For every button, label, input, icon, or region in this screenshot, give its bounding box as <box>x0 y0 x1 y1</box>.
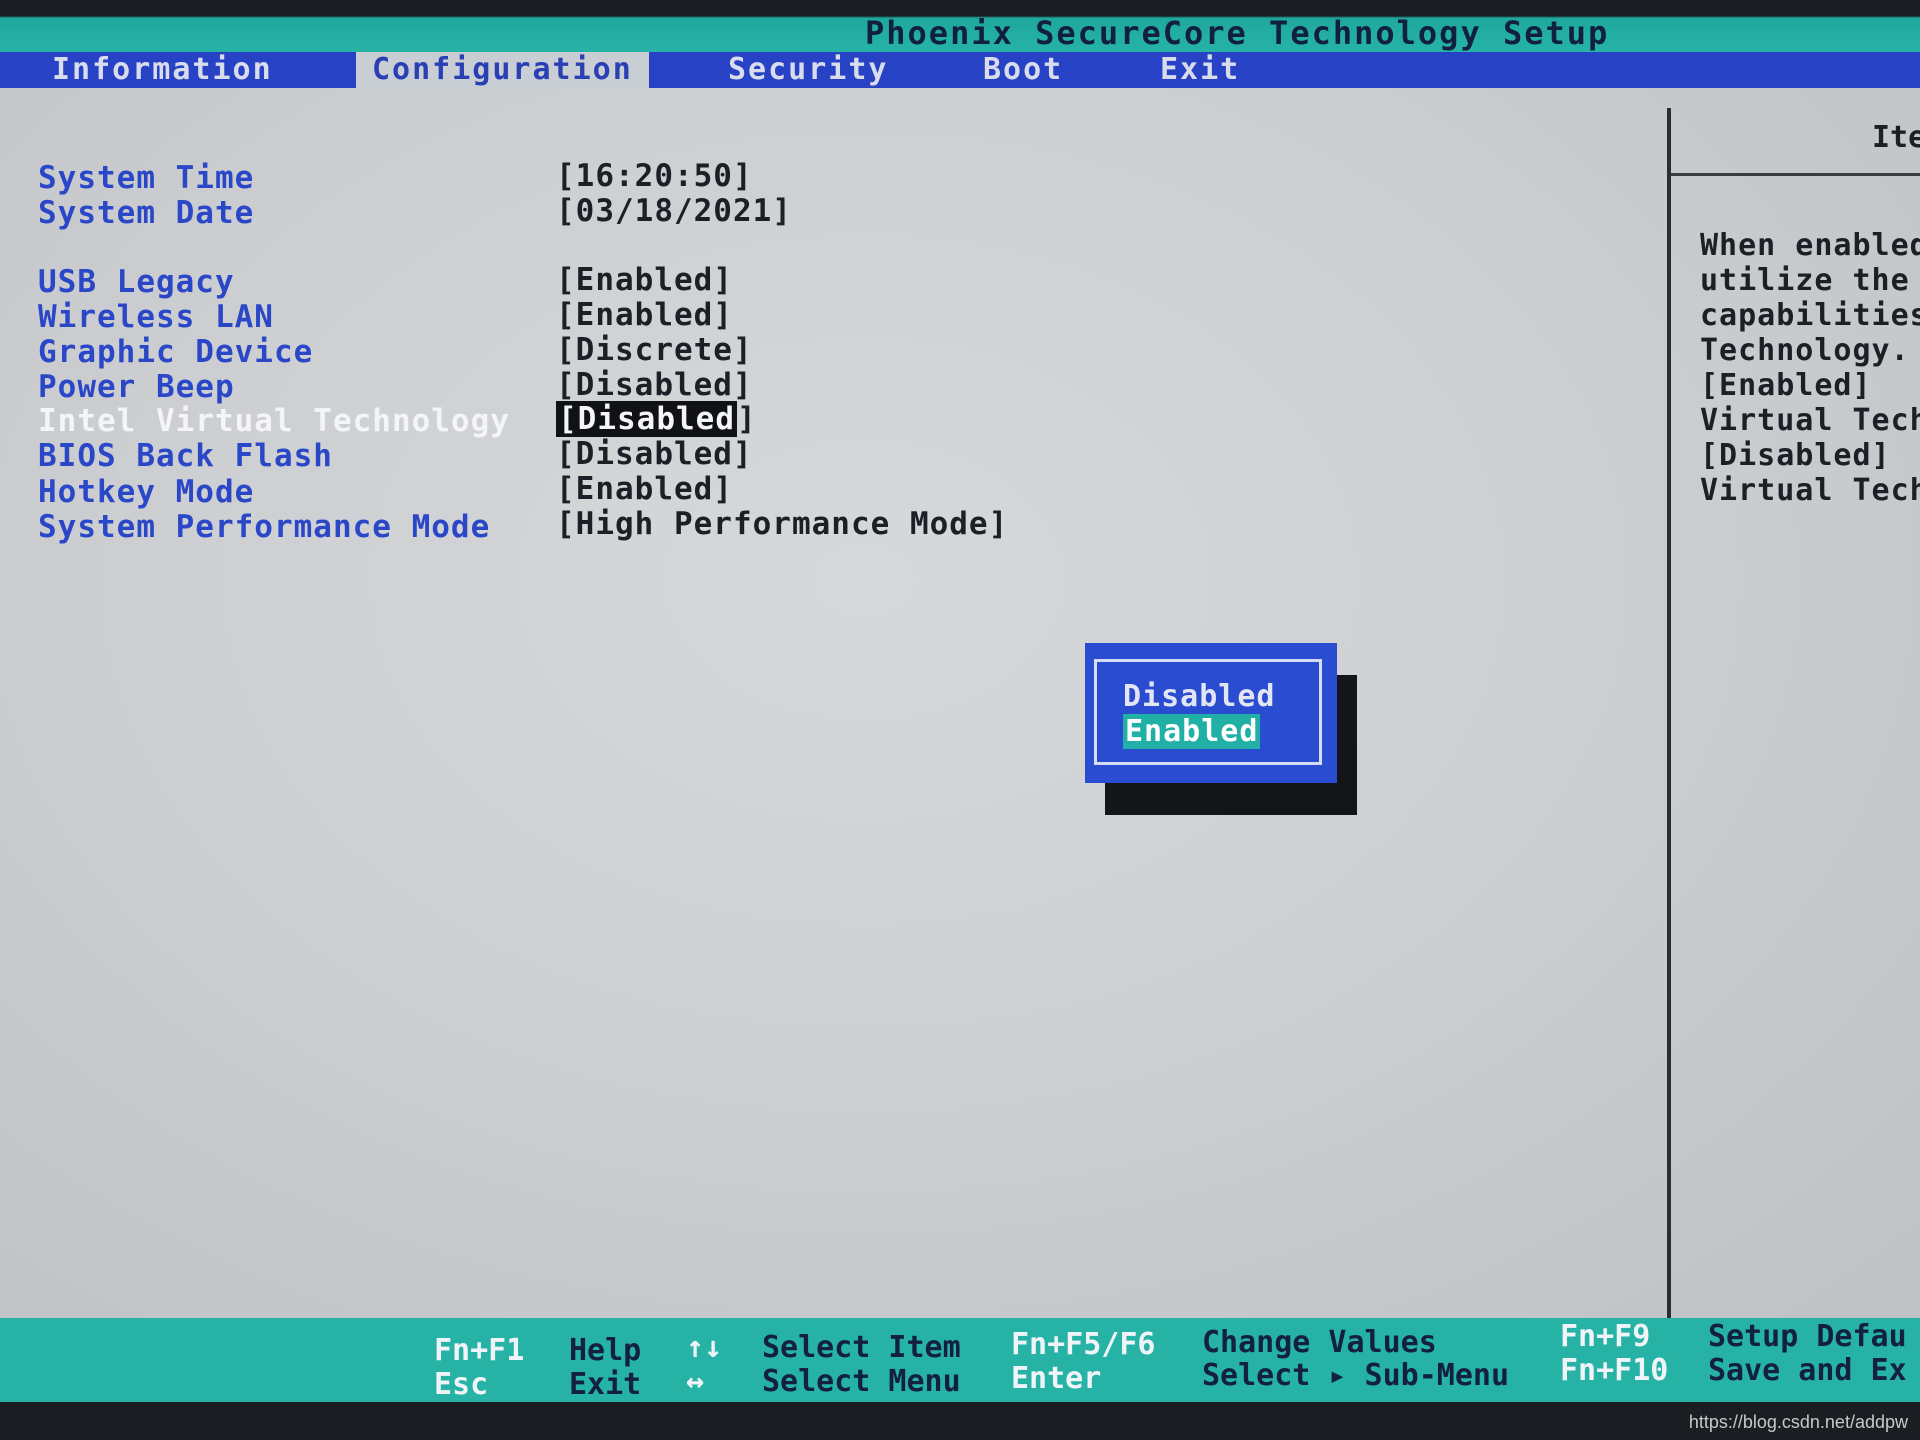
setting-label-system-performance-mode[interactable]: System Performance Mode <box>38 509 490 545</box>
key-fn-f5-f6: Fn+F5/F6 <box>1011 1327 1156 1362</box>
help-panel-divider <box>1667 108 1671 1318</box>
setting-value-bios-back-flash[interactable]: [Disabled] <box>556 436 753 472</box>
help-line: When enabled <box>1700 228 1920 263</box>
setting-value-intel-virtual-technology[interactable]: [Disabled] <box>556 401 757 437</box>
value-text: Disabled <box>577 401 735 437</box>
key-desc-save-exit: Save and Ex <box>1708 1353 1907 1388</box>
tab-configuration[interactable]: Configuration <box>356 52 649 88</box>
setting-value-system-time[interactable]: [16:20:50] <box>556 158 753 194</box>
tab-exit[interactable]: Exit <box>1160 52 1240 88</box>
help-line: Virtual Tech <box>1700 403 1920 438</box>
key-desc-change-values: Change Values <box>1202 1325 1437 1360</box>
key-desc-setup-defaults: Setup Defau <box>1708 1319 1907 1354</box>
option-popup: Disabled Enabled <box>1085 643 1337 783</box>
key-esc: Esc <box>434 1367 489 1402</box>
settings-panel: System Time [16:20:50] System Date [03/1… <box>0 88 1920 1318</box>
title-bar: Phoenix SecureCore Technology Setup <box>0 0 1920 52</box>
key-desc-select-item: Select Item <box>762 1330 961 1365</box>
setting-label-wireless-lan[interactable]: Wireless LAN <box>38 299 274 335</box>
key-fn-f10: Fn+F10 <box>1560 1353 1669 1388</box>
setting-value-hotkey-mode[interactable]: [Enabled] <box>556 471 733 507</box>
menu-bar: Information Configuration Security Boot … <box>0 52 1920 88</box>
help-panel-title: Ite <box>1872 120 1920 155</box>
help-line: Technology. <box>1700 333 1910 368</box>
setting-label-bios-back-flash[interactable]: BIOS Back Flash <box>38 438 333 474</box>
tab-security[interactable]: Security <box>728 52 889 88</box>
setting-label-system-time[interactable]: System Time <box>38 160 254 196</box>
setting-value-power-beep[interactable]: [Disabled] <box>556 367 753 403</box>
setting-value-usb-legacy[interactable]: [Enabled] <box>556 262 733 298</box>
key-desc-exit: Exit <box>569 1367 642 1402</box>
help-line: [Enabled] <box>1700 368 1872 403</box>
popup-option-disabled[interactable]: Disabled <box>1123 679 1276 714</box>
key-fn-f1: Fn+F1 <box>434 1333 525 1368</box>
value-bracket-close: ] <box>736 401 757 437</box>
popup-option-enabled[interactable]: Enabled <box>1123 714 1261 749</box>
setting-label-power-beep[interactable]: Power Beep <box>38 369 235 405</box>
setup-title: Phoenix SecureCore Technology Setup <box>865 14 1610 52</box>
key-fn-f9: Fn+F9 <box>1560 1319 1651 1354</box>
setting-value-system-performance-mode[interactable]: [High Performance Mode] <box>556 506 1008 542</box>
arrow-left-right-icon: ↔ <box>686 1364 705 1399</box>
help-line: Virtual Tech <box>1700 473 1920 508</box>
key-enter: Enter <box>1011 1361 1102 1396</box>
tab-information[interactable]: Information <box>52 52 273 88</box>
key-desc-select-menu: Select Menu <box>762 1364 961 1399</box>
setting-label-intel-virtual-technology[interactable]: Intel Virtual Technology <box>38 403 510 439</box>
value-bracket-open: [ <box>558 401 578 437</box>
setting-label-system-date[interactable]: System Date <box>38 195 254 231</box>
setting-label-graphic-device[interactable]: Graphic Device <box>38 334 313 370</box>
help-line: capabilities <box>1700 298 1920 333</box>
setting-value-graphic-device[interactable]: [Discrete] <box>556 332 753 368</box>
help-line: utilize the <box>1700 263 1910 298</box>
key-desc-select-submenu: Select ▸ Sub-Menu <box>1202 1358 1510 1393</box>
key-legend-bar: Fn+F1 Help ↑↓ Select Item Fn+F5/F6 Chang… <box>0 1318 1920 1402</box>
bezel-bottom <box>0 1402 1920 1440</box>
key-desc-help: Help <box>569 1333 642 1368</box>
setting-value-system-date[interactable]: [03/18/2021] <box>556 193 792 229</box>
watermark: https://blog.csdn.net/addpw <box>1688 1412 1908 1432</box>
setting-label-hotkey-mode[interactable]: Hotkey Mode <box>38 474 254 510</box>
setting-value-wireless-lan[interactable]: [Enabled] <box>556 297 733 333</box>
setting-label-usb-legacy[interactable]: USB Legacy <box>38 264 235 300</box>
help-line: [Disabled] <box>1700 438 1891 473</box>
tab-boot[interactable]: Boot <box>983 52 1063 88</box>
help-title-separator <box>1671 173 1920 176</box>
arrow-up-down-icon: ↑↓ <box>686 1330 723 1365</box>
